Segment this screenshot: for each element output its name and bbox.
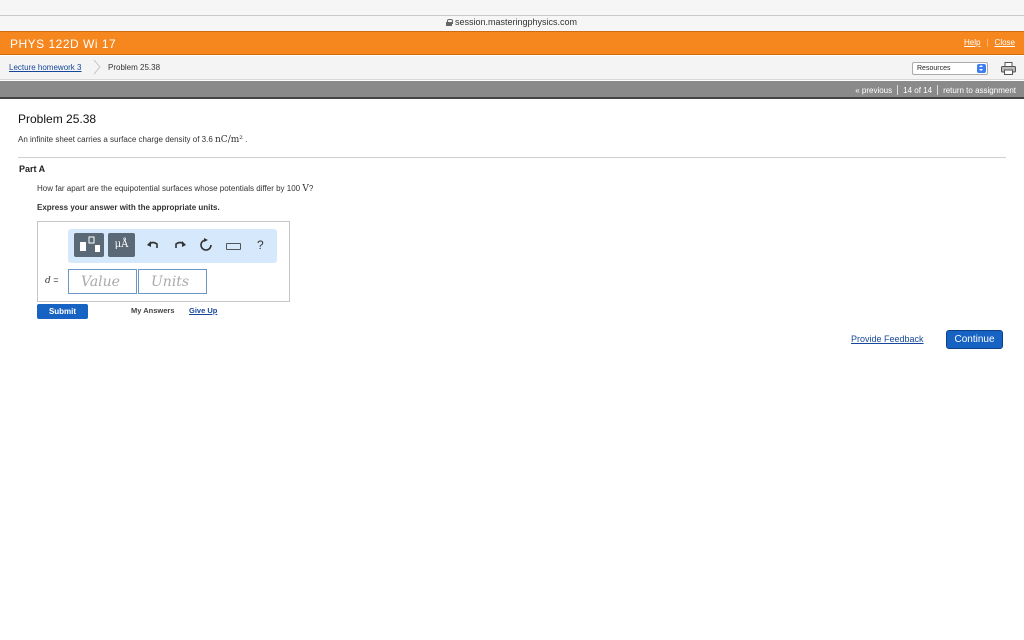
variable-label: d = <box>45 275 59 286</box>
undo-icon[interactable] <box>146 238 160 252</box>
keyboard-icon[interactable] <box>226 243 241 250</box>
problem-nav-links: « previous 14 of 14 return to assignment <box>855 85 1016 95</box>
reset-icon[interactable] <box>199 238 213 252</box>
problem-content: Problem 25.38 An infinite sheet carries … <box>18 108 1006 145</box>
nav-separator <box>897 85 899 95</box>
charge-density-unit: nC/m² <box>215 135 243 145</box>
part-a-label: Part A <box>19 164 46 174</box>
problem-title: Problem 25.38 <box>18 112 97 126</box>
return-to-assignment-link[interactable]: return to assignment <box>943 86 1016 95</box>
resources-select-value: Resources <box>917 65 951 72</box>
continue-button[interactable]: Continue <box>946 330 1003 349</box>
provide-feedback-link[interactable]: Provide Feedback <box>851 334 924 344</box>
math-toolbar: μÅ ? <box>68 229 277 263</box>
breadcrumb-chevron-icon <box>93 59 101 75</box>
units-button[interactable]: μÅ <box>108 233 135 257</box>
previous-link[interactable]: « previous <box>855 86 892 95</box>
value-input[interactable] <box>68 269 137 294</box>
lock-icon <box>446 18 453 26</box>
header-links: Help | Close <box>964 38 1015 47</box>
breadcrumb-assignment-link[interactable]: Lecture homework 3 <box>9 63 81 72</box>
part-a-question: How far apart are the equipotential surf… <box>37 184 314 194</box>
answer-instruction: Express your answer with the appropriate… <box>37 203 220 212</box>
url-text: session.masteringphysics.com <box>455 17 578 27</box>
templates-button[interactable] <box>74 233 104 257</box>
help-question-icon[interactable]: ? <box>257 238 264 252</box>
course-title: PHYS 122D Wi 17 <box>10 37 117 51</box>
browser-url-bar: session.masteringphysics.com <box>0 0 1024 31</box>
breadcrumb-current: Problem 25.38 <box>108 63 161 72</box>
close-link[interactable]: Close <box>995 38 1015 47</box>
redo-icon[interactable] <box>173 238 187 252</box>
url-display[interactable]: session.masteringphysics.com <box>446 17 577 27</box>
answer-box: μÅ ? d = <box>37 221 290 302</box>
problem-position: 14 of 14 <box>903 85 933 95</box>
problem-description: An infinite sheet carries a surface char… <box>18 135 248 145</box>
problem-nav-bar: « previous 14 of 14 return to assignment <box>0 81 1024 99</box>
units-input[interactable] <box>138 269 207 294</box>
templates-icon <box>80 236 100 252</box>
section-divider <box>18 157 1006 158</box>
breadcrumb: Lecture homework 3 Problem 25.38 <box>0 56 1024 80</box>
header-link-separator: | <box>986 38 989 47</box>
resources-select[interactable]: Resources <box>912 62 988 75</box>
url-bar-divider <box>0 15 1024 16</box>
nav-separator <box>937 85 939 95</box>
help-link[interactable]: Help <box>964 38 980 47</box>
my-answers-link[interactable]: My Answers <box>131 306 175 315</box>
course-header: PHYS 122D Wi 17 Help | Close <box>0 31 1024 55</box>
printer-icon[interactable] <box>1001 62 1016 75</box>
select-arrows-icon <box>977 64 986 73</box>
submit-button[interactable]: Submit <box>37 304 88 319</box>
give-up-link[interactable]: Give Up <box>189 306 217 315</box>
